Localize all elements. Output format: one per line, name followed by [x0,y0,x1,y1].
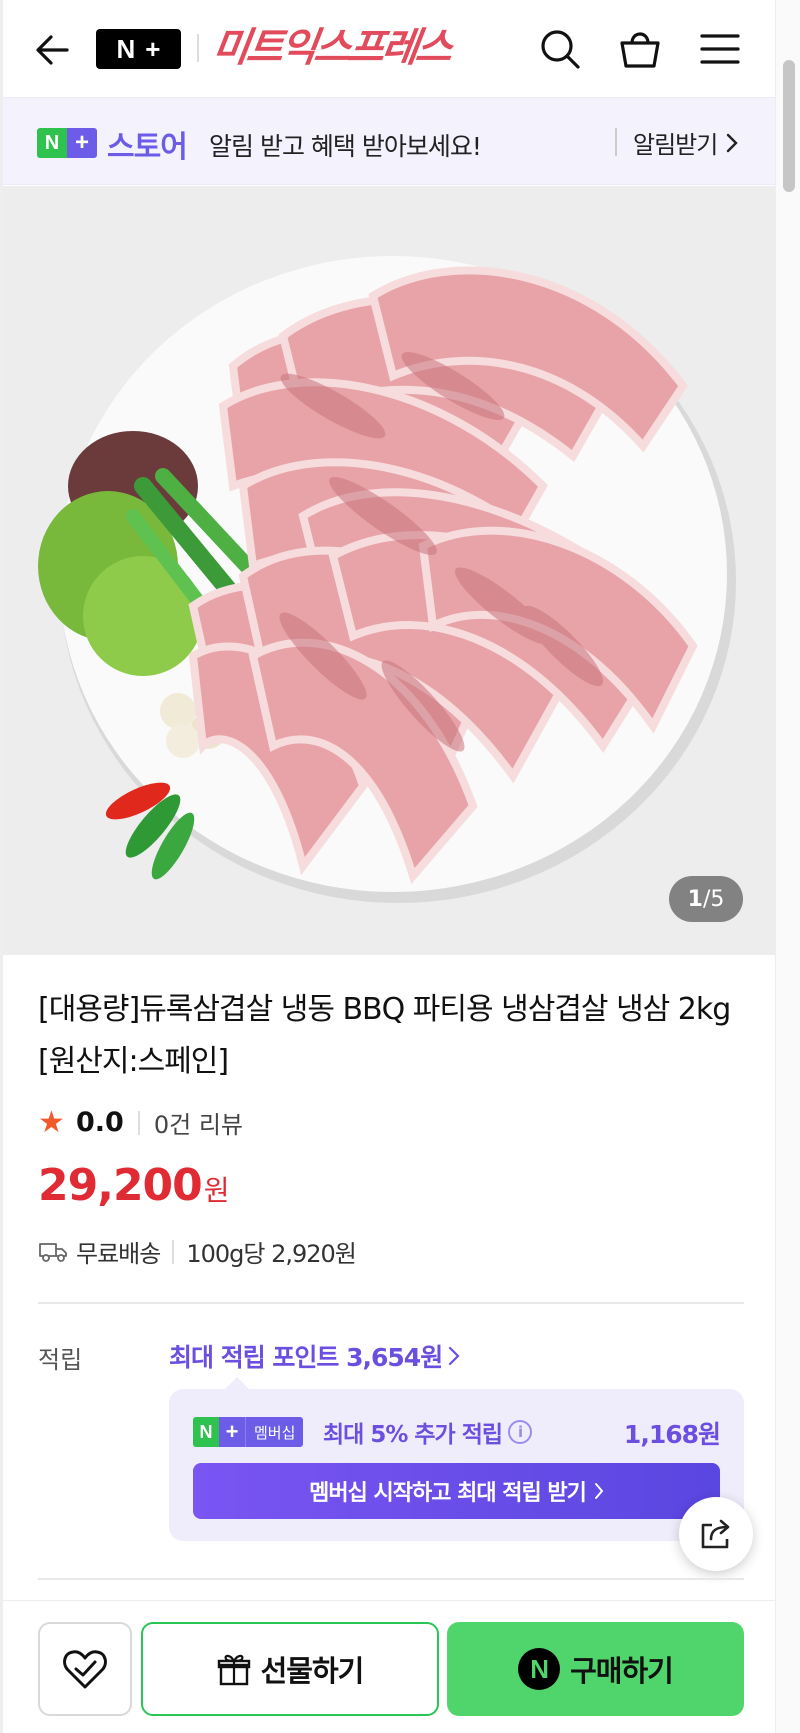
store-logo[interactable]: 미트익스프레스 [209,22,506,74]
menu-button[interactable] [697,26,743,72]
membership-badge-text: 멤버십 [245,1417,304,1447]
hamburger-menu-icon [700,34,740,64]
product-page: N + 미트익스프레스 N + 스토어 알림 받고 혜택 받아보세요! 알림받기… [0,0,775,1733]
search-icon [541,30,580,69]
badge-plus: + [67,128,97,158]
shipping-label: 무료배송 [76,1240,161,1268]
section-divider [38,1302,744,1304]
scrollbar-thumb[interactable] [783,60,795,192]
wishlist-button[interactable] [38,1622,132,1716]
review-count: 0건 리뷰 [153,1111,243,1139]
scrollbar[interactable] [775,0,800,1733]
membership-badge-plus: + [219,1417,245,1447]
product-image[interactable] [3,186,775,955]
logo-plus: + [145,33,161,64]
truck-icon [39,1242,67,1262]
membership-cta-label: 멤버십 시작하고 최대 적립 받기 [309,1481,587,1506]
share-button[interactable] [679,1497,753,1571]
gift-icon [217,1654,250,1686]
shopping-bag-button[interactable] [617,26,663,72]
chevron-right-icon [727,133,739,152]
subscribe-notify-button[interactable]: 알림받기 [633,125,739,160]
image-counter-total: 5 [710,886,725,912]
chevron-right-icon [449,1346,460,1366]
store-label: 스토어 [107,130,188,165]
naver-plus-logo[interactable]: N + [96,29,181,69]
image-counter-sep: / [702,886,711,912]
logo-n: N [116,33,136,64]
search-button[interactable] [537,26,583,72]
shipping-info: 무료배송 100g당 2,920원 [38,1234,357,1269]
shipping-divider [172,1239,175,1264]
notify-message: 알림 받고 혜택 받아보세요! [209,132,482,161]
notify-divider [615,128,617,156]
rating-row[interactable]: ★ 0.0 0건 리뷰 [38,1105,243,1140]
image-counter: 1 / 5 [669,876,743,922]
points-label: 적립 [38,1346,83,1374]
membership-start-button[interactable]: 멤버십 시작하고 최대 적립 받기 [193,1463,720,1519]
membership-badge-n: N [193,1417,219,1447]
heart-check-icon [63,1650,107,1689]
back-button[interactable] [31,28,75,72]
section-divider [38,1578,744,1580]
price-unit: 원 [203,1174,230,1207]
header-divider [197,34,199,62]
info-icon[interactable]: i [508,1420,533,1444]
price: 29,200 원 [38,1160,230,1211]
membership-text: 최대 5% 추가 적립 [323,1422,503,1448]
product-title: [대용량]듀록삼겹살 냉동 BBQ 파티용 냉삼겹살 냉삼 2kg [원산지:스… [38,992,731,1079]
membership-extra-points: 최대 5% 추가 적립 i [323,1415,533,1449]
rating-value: 0.0 [76,1107,124,1138]
back-arrow-icon [36,35,69,65]
gift-button[interactable]: 선물하기 [141,1622,439,1716]
naver-pay-icon: N [518,1648,561,1690]
chevron-right-icon [594,1483,604,1499]
buy-label: 구매하기 [570,1654,674,1688]
rating-divider [137,1110,140,1135]
price-amount: 29,200 [38,1160,203,1211]
share-icon [701,1519,730,1549]
membership-amount: 1,168원 [623,1420,721,1449]
image-counter-current: 1 [687,886,703,912]
notify-button-label: 알림받기 [633,131,718,159]
product-photo [3,186,775,955]
gift-label: 선물하기 [260,1654,365,1688]
buy-button[interactable]: N 구매하기 [447,1622,744,1716]
naver-plus-membership-badge: N + 멤버십 [193,1417,304,1447]
star-icon: ★ [38,1104,65,1140]
max-points-text: 최대 적립 포인트 3,654원 [169,1343,443,1372]
shopping-bag-icon [620,32,660,68]
unit-price: 100g당 2,920원 [186,1240,357,1268]
badge-n: N [37,128,67,158]
max-points-link[interactable]: 최대 적립 포인트 3,654원 [169,1338,460,1374]
top-header: N + 미트익스프레스 [3,0,775,97]
membership-box: N + 멤버십 최대 5% 추가 적립 i 1,168원 멤버십 시작하고 최대… [169,1377,744,1541]
